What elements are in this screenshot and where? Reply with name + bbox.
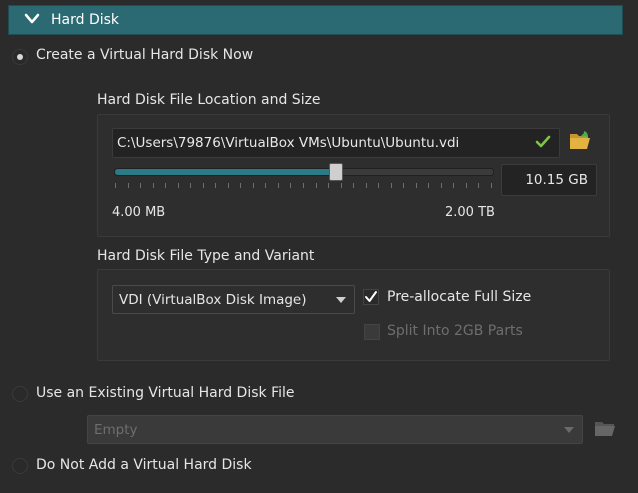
checkmark-icon (535, 134, 551, 154)
slider-tick (341, 183, 342, 188)
slider-tick (403, 183, 404, 188)
slider-tick (378, 183, 379, 188)
dropdown-arrow-icon (336, 297, 346, 303)
slider-tick (278, 183, 279, 188)
slider-tick (428, 183, 429, 188)
slider-tick (253, 183, 254, 188)
slider-tick (153, 183, 154, 188)
section-title: Hard Disk (51, 12, 120, 28)
folder-open-icon[interactable] (568, 129, 592, 155)
slider-tick (441, 183, 442, 188)
file-path-value: C:\Users\79876\VirtualBox VMs\Ubuntu\Ubu… (117, 135, 460, 151)
size-input[interactable]: 10.15 GB (501, 164, 597, 196)
slider-tick (190, 183, 191, 188)
preallocate-label[interactable]: Pre-allocate Full Size (387, 289, 531, 305)
slider-tick (366, 183, 367, 188)
slider-tick (416, 183, 417, 188)
slider-tick (265, 183, 266, 188)
slider-tick (391, 183, 392, 188)
slider-tick (165, 183, 166, 188)
slider-tick (290, 183, 291, 188)
slider-max-label: 2.00 TB (445, 205, 495, 220)
slider-tick (353, 183, 354, 188)
radio-use-existing-label[interactable]: Use an Existing Virtual Hard Disk File (36, 385, 295, 401)
slider-tick (453, 183, 454, 188)
radio-do-not-add-label[interactable]: Do Not Add a Virtual Hard Disk (36, 457, 252, 473)
split-label: Split Into 2GB Parts (387, 323, 523, 339)
type-variant-panel (97, 269, 610, 361)
slider-min-label: 4.00 MB (112, 205, 166, 220)
slider-tick (115, 183, 116, 188)
radio-create-now[interactable] (12, 49, 28, 65)
disk-type-select[interactable]: VDI (VirtualBox Disk Image) (112, 285, 355, 314)
slider-tick (228, 183, 229, 188)
section-header-hard-disk[interactable]: Hard Disk (8, 5, 623, 35)
slider-tick (215, 183, 216, 188)
checkmark-icon (365, 291, 377, 302)
slider-tick (240, 183, 241, 188)
folder-icon[interactable] (594, 418, 616, 442)
slider-tick (328, 183, 329, 188)
size-slider-handle[interactable] (328, 163, 343, 181)
dropdown-arrow-icon (564, 427, 574, 433)
size-slider-fill (115, 169, 335, 175)
radio-do-not-add[interactable] (12, 458, 28, 474)
slider-tick (128, 183, 129, 188)
slider-tick (178, 183, 179, 188)
slider-tick (140, 183, 141, 188)
disk-type-selected: VDI (VirtualBox Disk Image) (119, 292, 307, 308)
type-variant-group-label: Hard Disk File Type and Variant (97, 248, 315, 264)
existing-disk-select[interactable]: Empty (87, 415, 583, 444)
chevron-down-icon (23, 12, 41, 30)
slider-tick (491, 183, 492, 188)
slider-tick (316, 183, 317, 188)
preallocate-checkbox[interactable] (363, 289, 379, 305)
slider-tick (478, 183, 479, 188)
location-group-label: Hard Disk File Location and Size (97, 92, 321, 108)
slider-tick (303, 183, 304, 188)
existing-disk-selected: Empty (94, 422, 138, 438)
radio-create-now-label[interactable]: Create a Virtual Hard Disk Now (36, 47, 253, 63)
slider-tick (203, 183, 204, 188)
split-checkbox[interactable] (364, 324, 380, 340)
size-value: 10.15 GB (525, 172, 588, 188)
radio-use-existing[interactable] (12, 386, 28, 402)
slider-tick (466, 183, 467, 188)
file-path-input[interactable]: C:\Users\79876\VirtualBox VMs\Ubuntu\Ubu… (112, 128, 560, 158)
